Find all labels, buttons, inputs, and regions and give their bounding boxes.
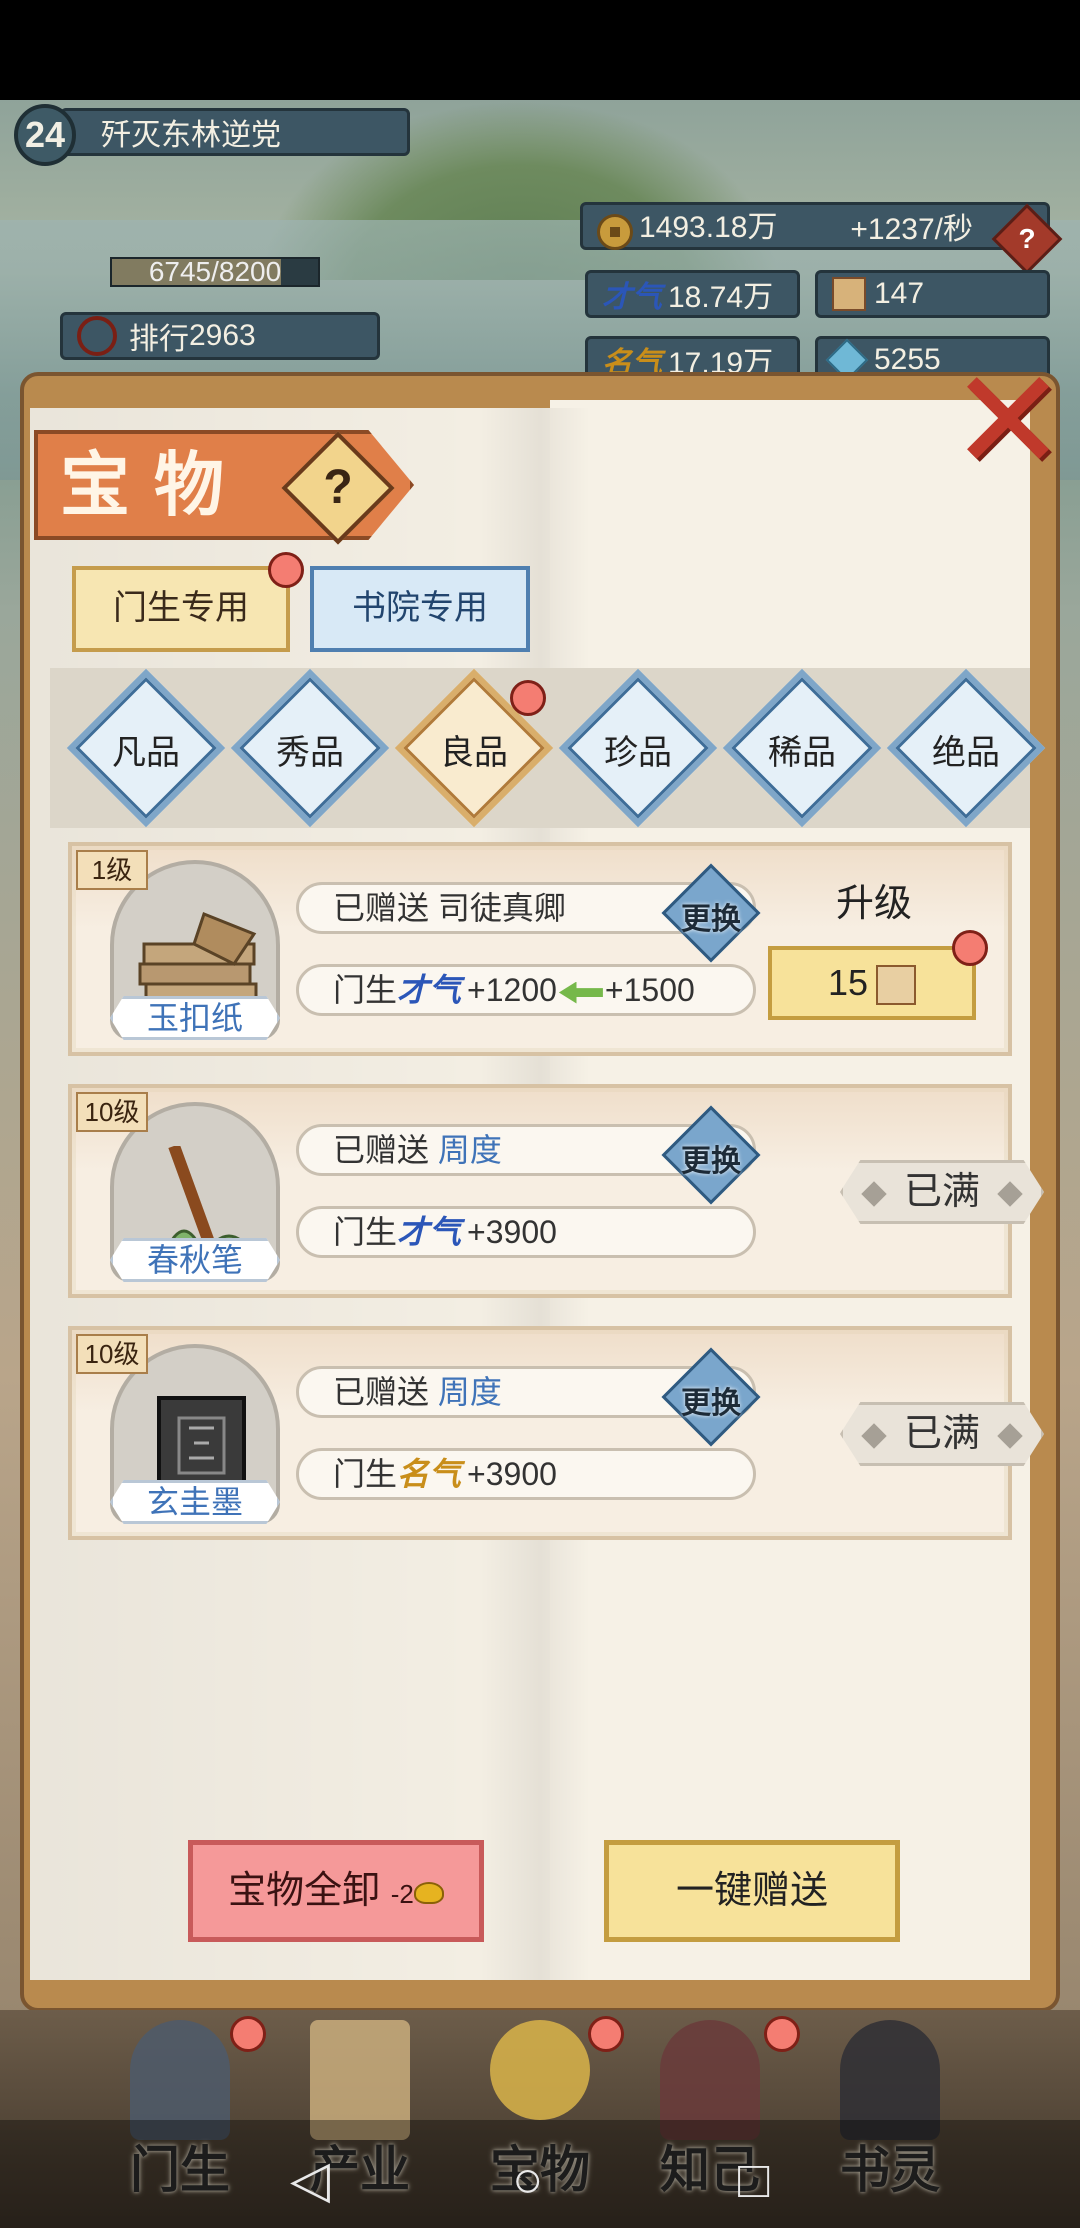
bonus-info: 门生名气 +3900: [296, 1448, 756, 1500]
talent-icon: 才气: [397, 1214, 462, 1250]
gift-all-button[interactable]: 一键赠送: [604, 1840, 900, 1942]
bonus-next-value: +1500: [604, 972, 695, 1008]
rarity-label: 珍品: [604, 734, 672, 772]
bonus-prefix: 门生: [333, 1456, 398, 1492]
upgrade-arrow-icon: [558, 981, 603, 1004]
talent-amount: 18.74万: [668, 281, 774, 314]
swap-label: 更换: [681, 903, 741, 936]
rank-icon: [77, 316, 117, 356]
close-button[interactable]: ✕: [948, 351, 1068, 491]
treasure-item: 10级 玄圭墨 已赠送 周度 更换 门生名气 +3900 已满: [68, 1326, 1044, 1540]
tab-disciple-notification-dot: [268, 552, 304, 588]
bonus-info: 门生才气 +3900: [296, 1206, 756, 1258]
tab-disciple[interactable]: 门生专用: [72, 566, 290, 652]
rarity-label: 凡品: [112, 734, 180, 772]
compass-icon: [490, 2020, 590, 2120]
unequip-all-button[interactable]: 宝物全卸 -2: [188, 1840, 484, 1942]
rank-label: 排行: [129, 323, 189, 356]
gift-prefix: 已赠送: [333, 1132, 430, 1168]
max-level-badge: 已满: [840, 1160, 1044, 1224]
rarity-label: 秀品: [276, 734, 344, 772]
rarity-label: 绝品: [932, 734, 1000, 772]
bonus-prefix: 门生: [333, 1214, 398, 1250]
back-icon[interactable]: ◁: [290, 2150, 330, 2210]
item-level-tag: 1级: [76, 850, 148, 890]
gold-ingot-icon: [413, 1881, 444, 1904]
bonus-value: +3900: [467, 1456, 557, 1492]
upgrade-cost: 15: [827, 962, 869, 1003]
swap-label: 更换: [681, 1145, 741, 1178]
gold-count: 147: [874, 277, 925, 310]
nav-confidant-notification-dot: [764, 2016, 800, 2052]
rank-bar[interactable]: 排行 2963: [60, 312, 380, 360]
max-level-badge: 已满: [840, 1402, 1044, 1466]
help-icon: ?: [323, 461, 353, 514]
gift-prefix: 已赠送: [333, 890, 430, 926]
item-level-tag: 10级: [76, 1334, 148, 1374]
exp-bar: 6745/8200: [110, 257, 320, 287]
item-name: 玄圭墨: [110, 1480, 280, 1524]
unequip-all-label: 宝物全卸: [228, 1870, 381, 1912]
talent-icon: 才气: [397, 972, 462, 1008]
upgrade-label: 升级: [835, 883, 912, 925]
bonus-info: 门生才气 +1200 +1500: [296, 964, 756, 1016]
item-level-tag: 10级: [76, 1092, 148, 1132]
rarity-label: 良品: [440, 734, 508, 772]
gold-bar[interactable]: 147: [815, 270, 1050, 318]
rank-value: 2963: [189, 319, 256, 352]
unequip-cost: -2: [390, 1879, 414, 1909]
bonus-prefix: 门生: [333, 972, 398, 1008]
upgrade-button[interactable]: 15: [768, 946, 976, 1020]
bonus-value: +3900: [467, 1214, 557, 1250]
coin-rate: +1237/秒: [850, 213, 973, 246]
recent-apps-icon[interactable]: □: [738, 2150, 769, 2210]
help-icon: ?: [1018, 223, 1036, 254]
fame-icon: 名气: [397, 1456, 462, 1492]
upgrade-notification-dot: [952, 930, 988, 966]
rarity-good-notification-dot: [510, 680, 546, 716]
talent-bar[interactable]: 才气 18.74万: [585, 270, 800, 318]
gold-ticket-icon: [832, 277, 866, 311]
player-level-badge: 24: [14, 104, 76, 166]
status-bar: [0, 0, 1080, 100]
player-level: 24: [24, 114, 66, 155]
nav-treasure-notification-dot: [588, 2016, 624, 2052]
nav-disciples-notification-dot: [230, 2016, 266, 2052]
rarity-label: 稀品: [768, 734, 836, 772]
gold-ticket-icon: [876, 965, 917, 1006]
swap-label: 更换: [681, 1387, 741, 1420]
home-icon[interactable]: ○: [512, 2150, 543, 2210]
gift-target: 周度: [437, 1374, 502, 1410]
gift-prefix: 已赠送: [333, 1374, 430, 1410]
tab-academy[interactable]: 书院专用: [310, 566, 530, 652]
gift-target: 司徒真卿: [437, 890, 566, 926]
gift-target: 周度: [437, 1132, 502, 1168]
coin-bar[interactable]: 1493.18万 +1237/秒: [580, 202, 1050, 250]
talent-icon: 才气: [602, 281, 662, 314]
item-name: 春秋笔: [110, 1238, 280, 1282]
coin-icon: [597, 214, 633, 250]
bonus-value: +1200: [467, 972, 557, 1008]
exp-text: 6745/8200: [148, 256, 282, 287]
coin-amount: 1493.18万: [639, 211, 778, 244]
player-name-bar[interactable]: 歼灭东林逆党: [60, 108, 410, 156]
item-name: 玉扣纸: [110, 996, 280, 1040]
treasure-item: 1级 玉扣纸 已赠送 司徒真卿 更换 门生才气 +1200 +1500 升级 15: [68, 842, 1012, 1056]
player-name: 歼灭东林逆党: [101, 119, 281, 152]
treasure-item: 10级 春秋笔 已赠送 周度 更换 门生才气 +3900 已满: [68, 1084, 1044, 1298]
